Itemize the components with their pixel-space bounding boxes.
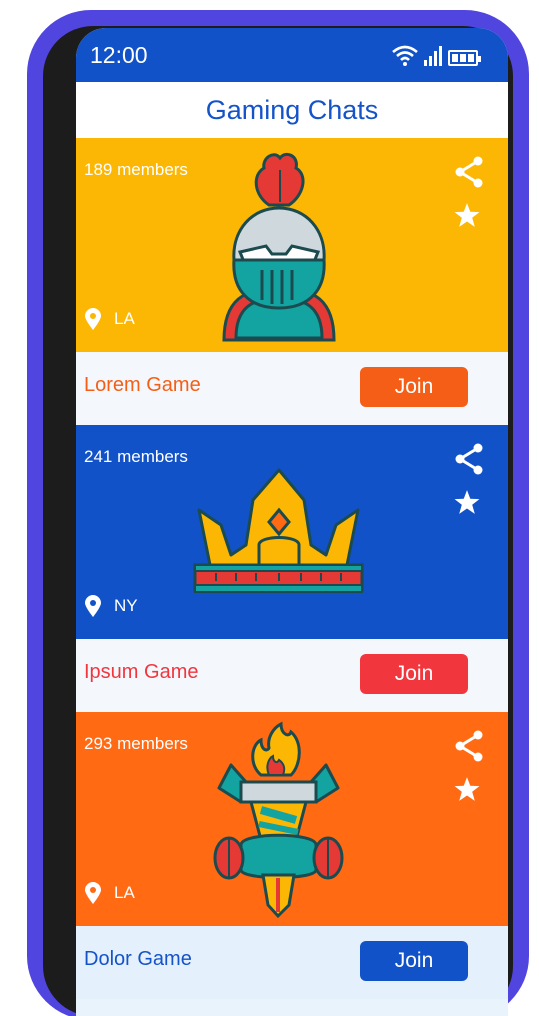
join-button[interactable]: Join [360, 941, 468, 981]
game-name: Dolor Game [84, 948, 192, 970]
location-pin-icon [85, 308, 101, 330]
join-button[interactable]: Join [360, 367, 468, 407]
location: NY [84, 595, 138, 617]
members-count: 241 members [84, 447, 188, 466]
card-footer: Ipsum Game Join [76, 639, 508, 712]
share-icon[interactable] [454, 443, 484, 475]
members-count: 293 members [84, 734, 188, 753]
location-label: LA [114, 883, 135, 902]
star-icon[interactable] [454, 202, 480, 228]
status-bar: 12:00 [76, 28, 508, 82]
chat-card-2: 241 members NY Ipsum Game Join [76, 425, 508, 712]
signal-icon [424, 46, 442, 66]
location-pin-icon [85, 595, 101, 617]
card-footer: Dolor Game Join [76, 926, 508, 999]
location-pin-icon [85, 882, 101, 904]
members-count: 189 members [84, 160, 188, 179]
card-banner: 241 members NY [76, 425, 508, 639]
chat-card-1: 189 members LA Lorem Game Join [76, 138, 508, 425]
join-button[interactable]: Join [360, 654, 468, 694]
game-name: Ipsum Game [84, 661, 199, 683]
location: LA [84, 882, 135, 904]
page-title: Gaming Chats [205, 94, 379, 125]
card-footer: Lorem Game Join [76, 352, 508, 425]
star-icon[interactable] [454, 489, 480, 515]
battery-icon [448, 50, 481, 66]
share-icon[interactable] [454, 156, 484, 188]
card-banner: 293 members LA [76, 712, 508, 926]
share-icon[interactable] [454, 730, 484, 762]
card-banner: 189 members LA [76, 138, 508, 352]
wifi-icon [392, 45, 418, 66]
location-label: LA [114, 309, 135, 328]
location: LA [84, 308, 135, 330]
app-screen: 12:00 Gaming Chats 189 members LA Lorem … [76, 28, 508, 1016]
star-icon[interactable] [454, 776, 480, 802]
header: Gaming Chats [76, 82, 508, 138]
status-time: 12:00 [90, 42, 148, 68]
game-name: Lorem Game [84, 374, 201, 396]
knight-helmet-icon [222, 152, 336, 342]
location-label: NY [114, 596, 138, 615]
crown-icon [193, 468, 364, 593]
torch-icon [213, 721, 344, 919]
chat-card-3: 293 members LA Dolor Game Join [76, 712, 508, 999]
